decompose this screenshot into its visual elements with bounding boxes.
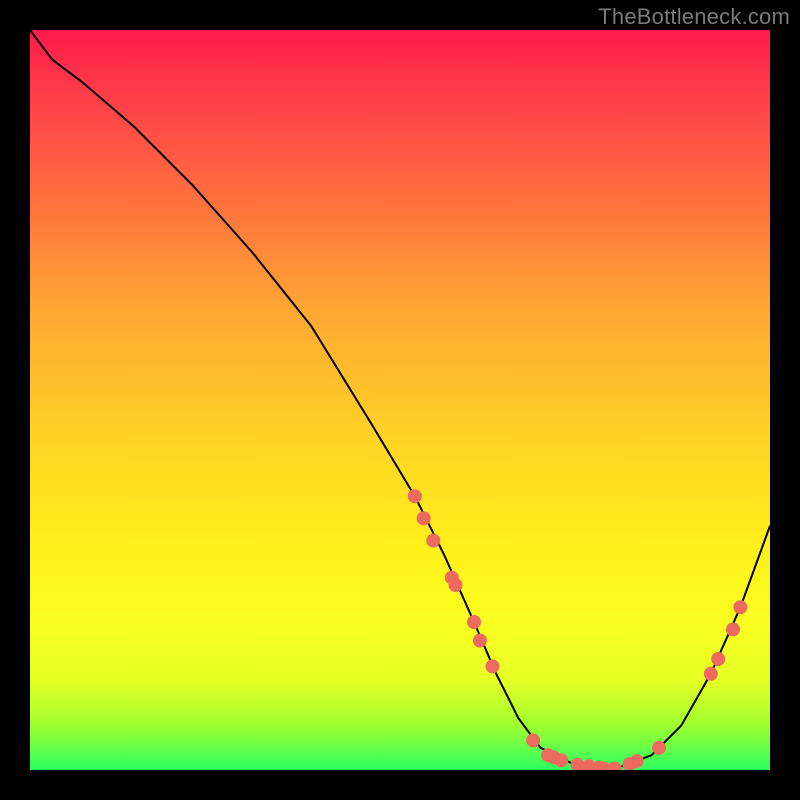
data-marker [408,489,422,503]
plot-area [30,30,770,770]
data-marker [467,615,481,629]
data-marker [733,600,747,614]
data-marker [449,578,463,592]
data-marker [630,754,644,768]
data-marker [554,753,568,767]
data-marker [608,762,622,771]
watermark-text: TheBottleneck.com [598,4,790,30]
data-marker [473,634,487,648]
data-marker [704,667,718,681]
data-marker [526,733,540,747]
data-marker [652,741,666,755]
data-marker [426,534,440,548]
curve-layer [30,30,770,770]
marker-group [408,489,748,770]
data-marker [726,622,740,636]
curve-path [30,30,770,770]
data-marker [486,659,500,673]
data-marker [711,652,725,666]
chart-stage: TheBottleneck.com [0,0,800,800]
data-marker [417,511,431,525]
